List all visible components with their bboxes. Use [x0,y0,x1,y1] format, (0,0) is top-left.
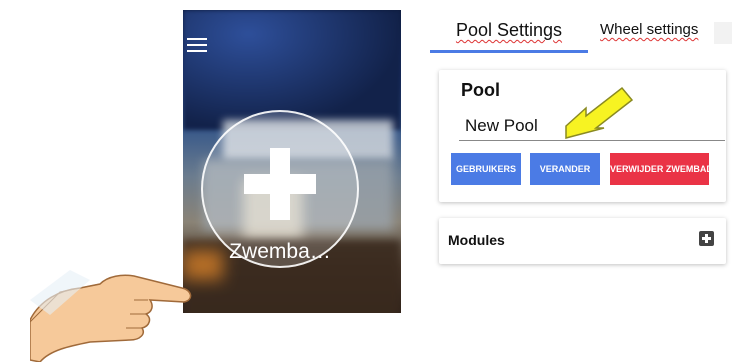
hamburger-icon[interactable] [187,38,207,54]
pool-card: Pool GEBRUIKERS VERANDER VERWIJDER ZWEMB… [439,70,726,202]
modules-card: Modules [439,218,726,264]
yellow-arrow-icon [565,86,634,139]
delete-pool-button[interactable]: VERWIJDER ZWEMBAD [610,153,709,185]
pool-card-title: Pool [461,80,500,100]
hamburger-line [187,50,207,52]
plus-icon-bar [244,174,316,194]
hamburger-line [187,44,207,46]
tab-overflow-box [714,22,732,44]
change-button[interactable]: VERANDER [530,153,600,185]
tab-pool-settings-label: Pool Settings [455,20,563,40]
users-button[interactable]: GEBRUIKERS [451,153,521,185]
tab-wheel-settings-label: Wheel settings [600,21,699,38]
settings-tabs: Pool Settings Wheel settings [430,10,735,53]
hamburger-line [187,38,207,40]
active-tab-indicator [430,50,588,53]
app-home-screen: Zwemba… [183,10,401,313]
tab-wheel-settings[interactable]: Wheel settings [600,10,710,50]
add-pool-button[interactable]: Zwemba… [201,110,359,268]
modules-title: Modules [448,232,505,248]
tab-pool-settings[interactable]: Pool Settings [430,10,588,50]
pointing-hand-icon [30,270,192,362]
plus-square-icon[interactable] [699,231,714,246]
add-pool-label: Zwemba… [229,240,331,263]
